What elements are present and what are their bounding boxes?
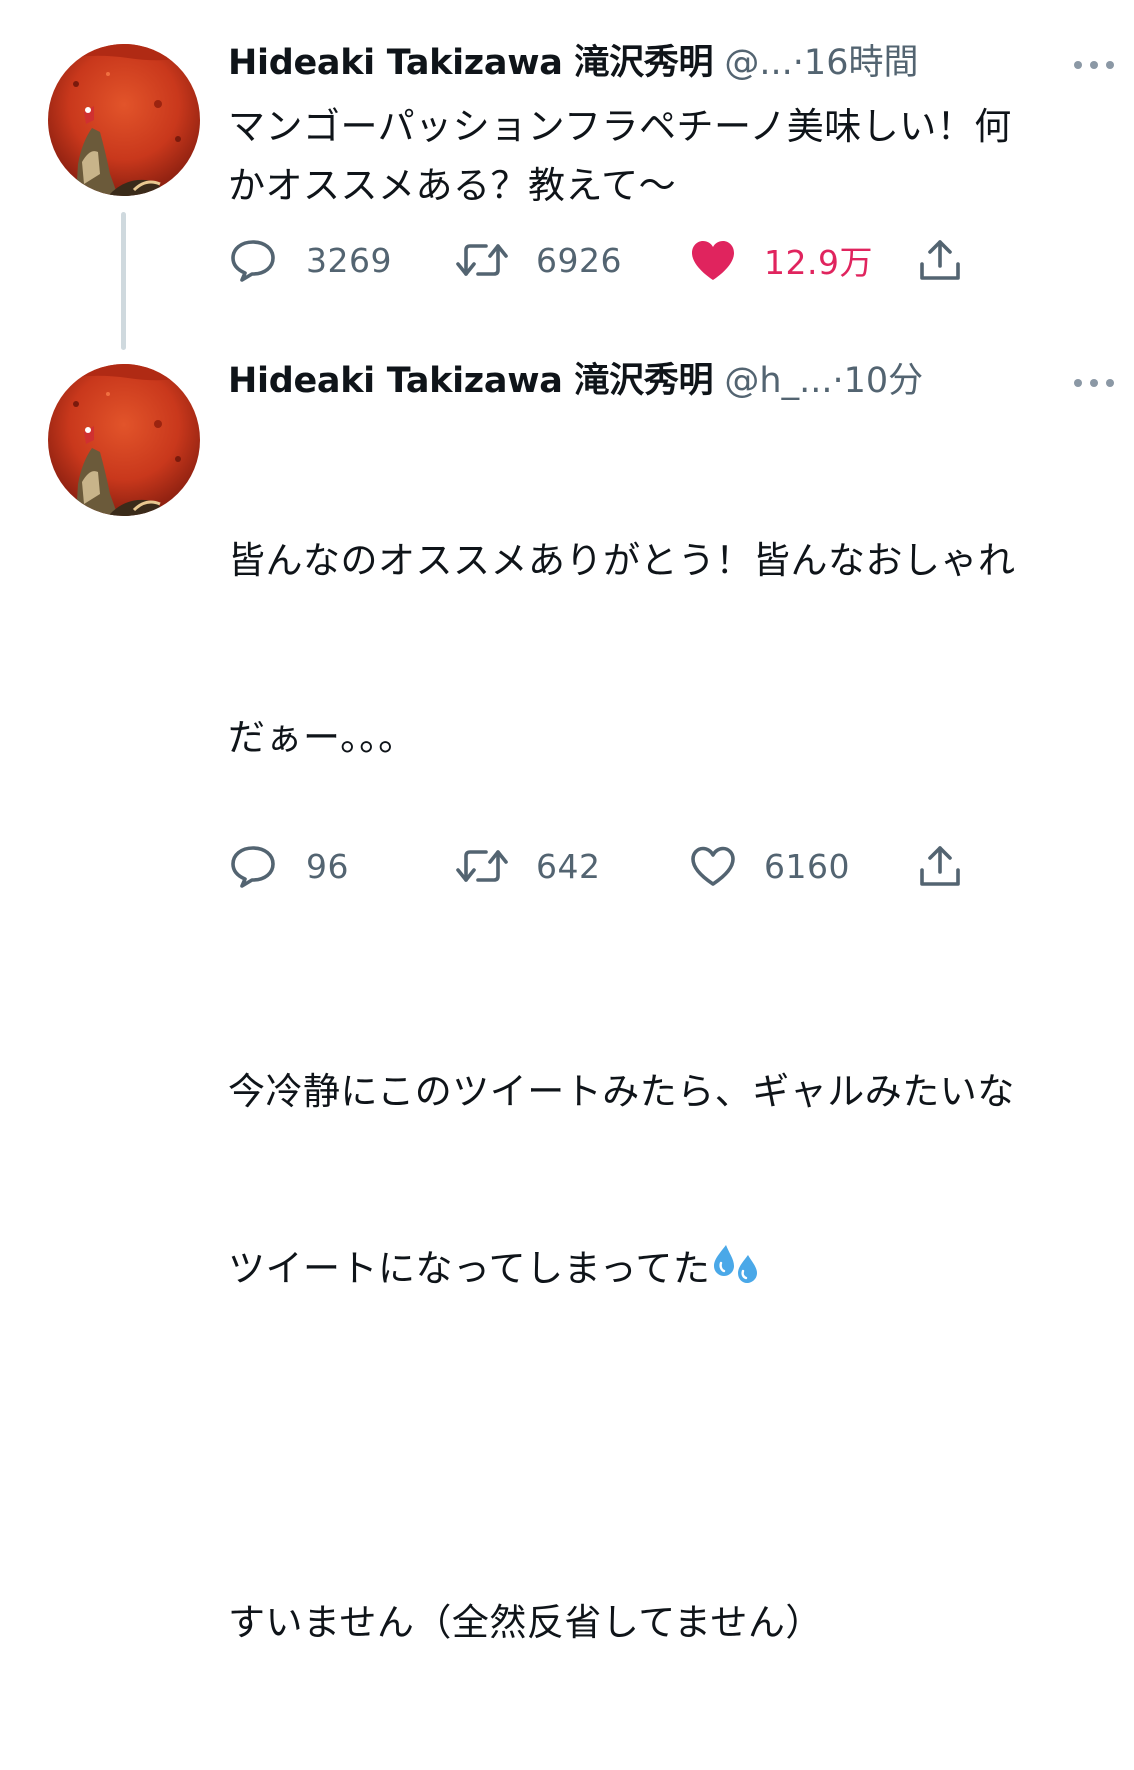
avatar[interactable] xyxy=(48,364,200,516)
like-button[interactable]: 12.9万 xyxy=(688,230,873,290)
tweet-time[interactable]: 10分 xyxy=(844,361,924,401)
tweet-2[interactable]: Hideaki Takizawa 滝沢秀明 @h_...·10分 皆んなのオスス… xyxy=(0,330,1134,1644)
tweet-1[interactable]: Hideaki Takizawa 滝沢秀明 @...·16時間 マンゴーパッショ… xyxy=(0,0,1134,350)
tweet-text: 皆んなのオススメありがとう！皆んなおしゃれ だぁー。。。 今冷静にこのツイートみ… xyxy=(228,413,1118,1770)
like-button[interactable]: 6160 xyxy=(688,836,850,896)
tweet-text-segment: ツイートになってしまってた xyxy=(228,1247,711,1290)
retweet-button[interactable]: 6926 xyxy=(456,230,622,290)
avatar[interactable] xyxy=(48,44,200,196)
share-button[interactable] xyxy=(918,230,962,290)
reply-bubble-icon xyxy=(231,846,275,888)
avatar-image xyxy=(48,44,200,196)
share-upload-icon xyxy=(920,240,960,280)
separator-dot: · xyxy=(832,361,844,401)
author-name[interactable]: Hideaki Takizawa 滝沢秀明 xyxy=(228,361,714,401)
like-count: 6160 xyxy=(764,846,850,886)
tweet-actions: 3269 6926 12.9万 xyxy=(228,230,1048,290)
tweet-text-line: 今冷静にこのツイートみたら、ギャルみたいな xyxy=(228,1070,1015,1113)
heart-icon xyxy=(692,241,734,280)
retweet-arrows-icon xyxy=(456,850,508,882)
reply-bubble-icon xyxy=(231,240,275,282)
tweet-text-line-with-emoji: ツイートになってしまってた xyxy=(228,1239,1118,1298)
reply-button[interactable]: 3269 xyxy=(228,230,392,290)
retweet-arrows-icon xyxy=(456,244,508,276)
sweat-droplets-emoji xyxy=(714,1245,758,1283)
retweet-count: 642 xyxy=(536,846,601,886)
tweet-header: Hideaki Takizawa 滝沢秀明 @...·16時間 xyxy=(228,38,1048,88)
tweet-actions: 96 642 6160 xyxy=(228,836,1048,896)
tweet-text: マンゴーパッションフラペチーノ美味しい！何 かオススメある？教えて〜 xyxy=(228,105,1012,207)
tweet-time[interactable]: 16時間 xyxy=(804,43,919,83)
tweet-text-line: すいません（全然反省してません） xyxy=(228,1601,823,1644)
like-count: 12.9万 xyxy=(764,243,873,282)
separator-dot: · xyxy=(792,43,804,83)
reply-button[interactable]: 96 xyxy=(228,836,349,896)
author-handle[interactable]: @h_... xyxy=(724,361,832,401)
tweet-header: Hideaki Takizawa 滝沢秀明 @h_...·10分 xyxy=(228,356,1048,406)
author-name[interactable]: Hideaki Takizawa 滝沢秀明 xyxy=(228,43,714,83)
author-handle[interactable]: @... xyxy=(724,43,792,83)
reply-count: 96 xyxy=(306,846,349,886)
tweet-text-line: 皆んなのオススメありがとう！皆んなおしゃれ xyxy=(228,539,1016,582)
tweet-text-line: だぁー。。。 xyxy=(228,716,416,759)
reply-count: 3269 xyxy=(306,240,392,280)
more-dots-icon[interactable] xyxy=(1070,52,1118,76)
avatar-image xyxy=(48,364,200,516)
share-upload-icon xyxy=(920,846,960,886)
more-dots-icon[interactable] xyxy=(1070,370,1118,394)
retweet-count: 6926 xyxy=(536,240,622,280)
retweet-button[interactable]: 642 xyxy=(456,836,601,896)
heart-icon xyxy=(691,846,735,886)
share-button[interactable] xyxy=(918,836,962,896)
